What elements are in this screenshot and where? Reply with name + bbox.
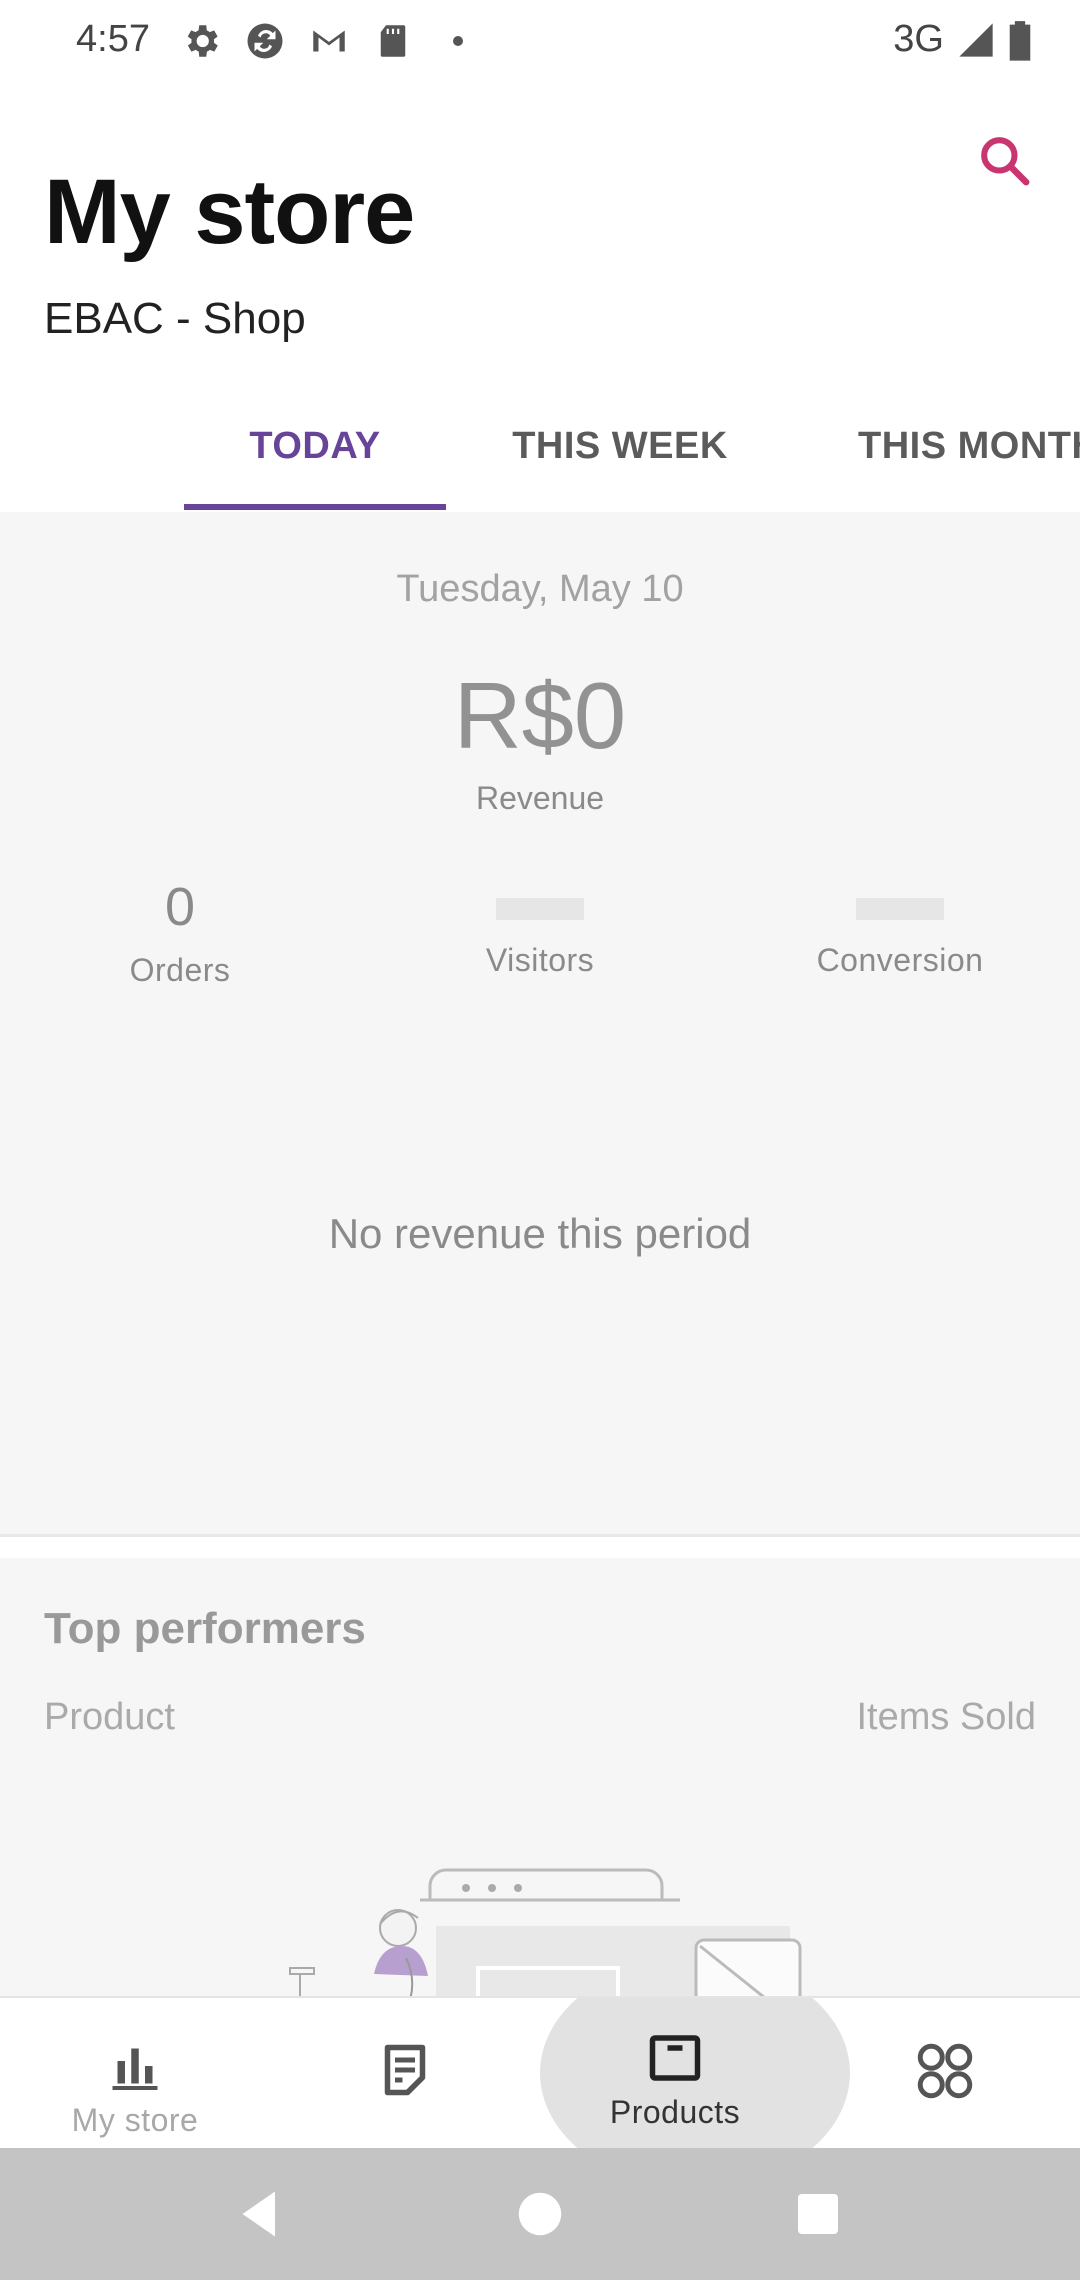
search-icon <box>981 137 1030 186</box>
column-product: Product <box>44 1696 175 1738</box>
status-right: 3G <box>893 18 1032 61</box>
stats-card: Tuesday, May 10 R$0 Revenue 0 Orders Vis… <box>0 512 1080 1534</box>
column-items-sold: Items Sold <box>856 1696 1036 1738</box>
visitors-metric: Visitors <box>360 872 720 979</box>
nav-products-label: Products <box>609 2094 741 2130</box>
store-name: EBAC - Shop <box>44 294 306 343</box>
product-box-icon <box>649 2035 701 2081</box>
conversion-placeholder <box>856 898 944 920</box>
orders-label: Orders <box>129 952 231 988</box>
visitors-placeholder <box>496 898 584 920</box>
more-grid-icon <box>917 2043 973 2099</box>
active-tab-indicator <box>184 504 446 510</box>
empty-revenue-message: No revenue this period <box>328 1210 752 1257</box>
search-button[interactable] <box>972 128 1036 192</box>
empty-state-illustration <box>289 1868 802 1998</box>
back-icon[interactable] <box>230 2184 290 2244</box>
recents-icon[interactable] <box>788 2184 848 2244</box>
visitors-label: Visitors <box>485 942 595 978</box>
home-icon[interactable] <box>510 2184 570 2244</box>
nav-orders[interactable] <box>270 1998 540 2148</box>
date-label: Tuesday, May 10 <box>396 568 684 610</box>
tab-this-week[interactable]: THIS WEEK <box>500 380 740 512</box>
revenue-value: R$0 <box>453 663 627 768</box>
tab-this-month[interactable]: THIS MONTH <box>820 380 1080 512</box>
nav-more[interactable] <box>810 1998 1080 2148</box>
tab-today[interactable]: TODAY <box>184 380 446 512</box>
nav-my-store[interactable]: My store <box>0 1998 270 2148</box>
nav-my-store-label: My store <box>71 2102 199 2138</box>
gear-icon <box>187 25 218 57</box>
orders-metric: 0 Orders <box>0 872 360 989</box>
top-performers-card: Top performers Product Items Sold <box>0 1558 1080 1998</box>
period-tabs: TODAY THIS WEEK THIS MONTH <box>0 380 1080 512</box>
notification-icons <box>180 20 470 62</box>
app-screen: 4:57 3G My store EBAC - Shop TODAY THIS … <box>0 0 1080 2280</box>
page-title: My store <box>44 161 415 263</box>
status-bar: 4:57 3G <box>0 0 1080 88</box>
sync-icon <box>247 23 283 59</box>
battery-icon <box>1009 20 1031 61</box>
bar-chart-icon <box>112 2048 158 2090</box>
signal-icon <box>959 22 993 57</box>
status-time: 4:57 <box>76 18 150 60</box>
conversion-label: Conversion <box>816 942 984 978</box>
network-type: 3G <box>893 18 944 60</box>
revenue-label: Revenue <box>475 780 605 816</box>
section-divider <box>0 1534 1080 1558</box>
system-navigation-bar <box>0 2148 1080 2280</box>
top-performers-title: Top performers <box>44 1604 366 1653</box>
orders-icon <box>384 2044 426 2096</box>
conversion-metric: Conversion <box>720 872 1080 979</box>
dot-icon <box>453 36 463 46</box>
bottom-navigation: My store Products <box>0 1996 1080 2148</box>
gmail-icon <box>313 30 345 52</box>
nav-products[interactable]: Products <box>540 1998 850 2148</box>
sd-card-icon <box>380 25 406 57</box>
orders-value: 0 <box>164 877 196 937</box>
